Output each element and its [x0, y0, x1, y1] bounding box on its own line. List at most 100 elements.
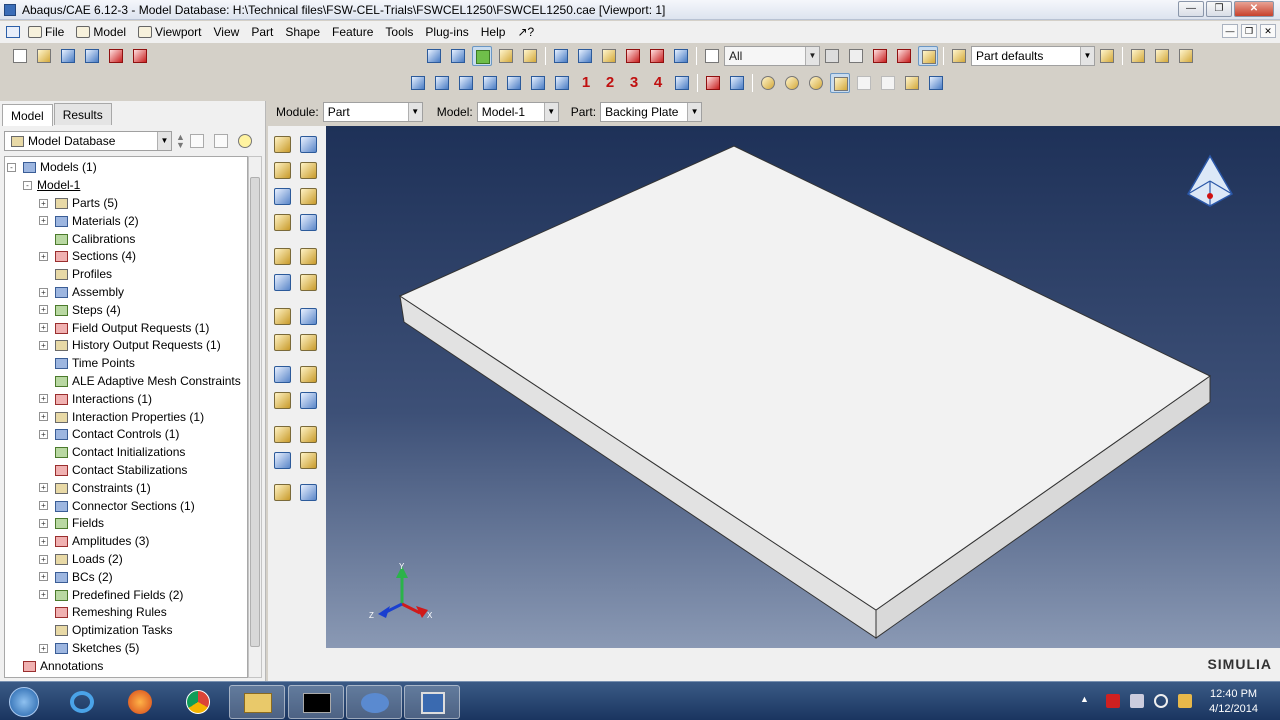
- scale-icon[interactable]: [520, 46, 540, 66]
- expand-icon[interactable]: +: [39, 590, 48, 600]
- tree-node-assembly[interactable]: + Assembly: [39, 283, 124, 301]
- create-shell-icon[interactable]: [298, 160, 320, 182]
- tree-node-materials-2[interactable]: + Materials (2): [39, 212, 139, 230]
- front-view-icon[interactable]: [1152, 46, 1172, 66]
- wireframe-icon[interactable]: [424, 46, 444, 66]
- tree-node-parts-5[interactable]: + Parts (5): [39, 194, 118, 212]
- hidden-line-icon[interactable]: [448, 46, 468, 66]
- tray-device-icon[interactable]: [1130, 694, 1144, 708]
- create-point-icon[interactable]: [272, 332, 294, 354]
- tree-node-constraints-1[interactable]: + Constraints (1): [39, 479, 151, 497]
- menu-model[interactable]: Model: [76, 25, 126, 39]
- iso-triad-icon[interactable]: [552, 73, 572, 93]
- menu-help[interactable]: Help: [481, 25, 506, 39]
- expand-icon[interactable]: +: [39, 394, 48, 404]
- hammer-icon[interactable]: [830, 73, 850, 93]
- tab-model[interactable]: Model: [2, 104, 53, 126]
- tree-node-annotations[interactable]: Annotations: [7, 657, 103, 675]
- tree-node-history-output-requests-1[interactable]: + History Output Requests (1): [39, 336, 221, 354]
- menu-shape[interactable]: Shape: [285, 25, 320, 39]
- view-1-button[interactable]: 1: [576, 73, 596, 93]
- system-menu-icon[interactable]: [6, 26, 20, 38]
- expand-tree-icon[interactable]: [211, 131, 231, 151]
- tray-alert-icon[interactable]: [1106, 694, 1120, 708]
- tab-results[interactable]: Results: [53, 103, 112, 125]
- module-select[interactable]: Part ▼: [322, 102, 423, 122]
- part-select[interactable]: Backing Plate ▼: [600, 102, 703, 122]
- firefox-icon[interactable]: [112, 685, 168, 719]
- iso-view-icon[interactable]: [1128, 46, 1148, 66]
- mirror-tool-icon[interactable]: [298, 212, 320, 234]
- tree-node-loads-2[interactable]: + Loads (2): [39, 550, 123, 568]
- view-2-button[interactable]: 2: [600, 73, 620, 93]
- tree-node-amplitudes-3[interactable]: + Amplitudes (3): [39, 532, 149, 550]
- table-icon[interactable]: [727, 73, 747, 93]
- expand-icon[interactable]: +: [39, 572, 48, 582]
- tree-node-remeshing-rules[interactable]: Remeshing Rules: [39, 603, 167, 621]
- render-defaults-select[interactable]: Part defaults ▼: [971, 46, 1095, 66]
- virtual-topology-icon[interactable]: [272, 390, 294, 412]
- tree-node-field-output-requests-1[interactable]: + Field Output Requests (1): [39, 319, 209, 337]
- viewport[interactable]: Y X Z: [326, 126, 1280, 648]
- menu-plugins[interactable]: Plug-ins: [425, 25, 468, 39]
- magnify-icon[interactable]: [599, 46, 619, 66]
- print-icon[interactable]: [82, 46, 102, 66]
- lightbulb-icon[interactable]: [235, 131, 255, 151]
- mdi-restore-button[interactable]: ❐: [1241, 24, 1257, 38]
- plug-export-icon[interactable]: [130, 46, 150, 66]
- datum-offset-icon[interactable]: [298, 364, 320, 386]
- tree-node-fields[interactable]: + Fields: [39, 514, 104, 532]
- surface-tool-icon[interactable]: [298, 424, 320, 446]
- video-taskbar-icon[interactable]: [404, 685, 460, 719]
- tree-node-contact-stabilizations[interactable]: Contact Stabilizations: [39, 461, 187, 479]
- tree-node-models[interactable]: - Models (1): [7, 158, 97, 176]
- shaded-icon[interactable]: [472, 46, 492, 66]
- collapse-tree-icon[interactable]: [187, 131, 207, 151]
- view-neg-y-icon[interactable]: [480, 73, 500, 93]
- query-icon[interactable]: [894, 46, 914, 66]
- menu-viewport[interactable]: Viewport: [138, 25, 202, 39]
- tree-node-optimization-tasks[interactable]: Optimization Tasks: [39, 621, 172, 639]
- select-arrow-icon[interactable]: [702, 46, 722, 66]
- mdi-close-button[interactable]: ✕: [1260, 24, 1276, 38]
- rotate-icon[interactable]: [575, 46, 595, 66]
- replace-selected-icon[interactable]: [846, 46, 866, 66]
- create-edge-icon[interactable]: [298, 332, 320, 354]
- expand-icon[interactable]: +: [39, 483, 48, 493]
- expand-icon[interactable]: +: [39, 429, 48, 439]
- start-button[interactable]: [2, 685, 46, 719]
- color-code-icon[interactable]: [758, 73, 778, 93]
- view-cube[interactable]: [1186, 154, 1234, 207]
- tree-node-predefined-fields-2[interactable]: + Predefined Fields (2): [39, 586, 183, 604]
- datum-axis-icon[interactable]: [298, 272, 320, 294]
- create-round-icon[interactable]: [272, 212, 294, 234]
- new-file-icon[interactable]: [10, 46, 30, 66]
- partition-cell-icon[interactable]: [272, 246, 294, 268]
- plug-icon[interactable]: [106, 46, 126, 66]
- menu-file[interactable]: File: [28, 25, 64, 39]
- edit-feature-icon[interactable]: [298, 482, 320, 504]
- tree-node-interactions-1[interactable]: + Interactions (1): [39, 390, 152, 408]
- menu-tools[interactable]: Tools: [385, 25, 413, 39]
- save-icon[interactable]: [58, 46, 78, 66]
- tree-node-connector-sections-1[interactable]: + Connector Sections (1): [39, 497, 195, 515]
- sort-arrows-icon[interactable]: ▲ ▼: [176, 133, 185, 150]
- view-x-icon[interactable]: [408, 73, 428, 93]
- view-4-button[interactable]: 4: [648, 73, 668, 93]
- datum-csys-icon[interactable]: [298, 306, 320, 328]
- expand-icon[interactable]: +: [39, 287, 48, 297]
- context-help-icon[interactable]: ↗?: [517, 25, 534, 39]
- view-neg-z-icon[interactable]: [528, 73, 548, 93]
- chrome-icon[interactable]: [170, 685, 226, 719]
- tree-node-time-points[interactable]: Time Points: [39, 354, 135, 372]
- expand-icon[interactable]: +: [39, 501, 48, 511]
- expand-icon[interactable]: +: [39, 554, 48, 564]
- network-icon[interactable]: [1178, 694, 1192, 708]
- menu-part[interactable]: Part: [251, 25, 273, 39]
- redo-icon[interactable]: [878, 73, 898, 93]
- set-tool-icon[interactable]: [272, 424, 294, 446]
- tree-node-contact-initializations[interactable]: Contact Initializations: [39, 443, 185, 461]
- expand-icon[interactable]: +: [39, 340, 48, 350]
- color-mapping-icon[interactable]: [782, 73, 802, 93]
- selection-options-icon[interactable]: [822, 46, 842, 66]
